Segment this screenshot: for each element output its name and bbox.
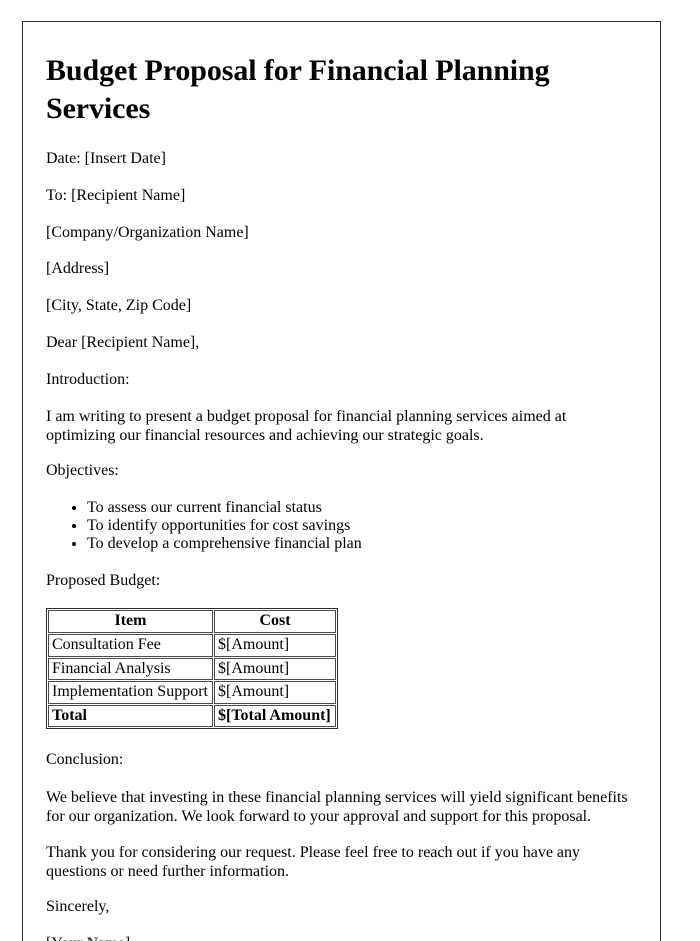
list-item: To identify opportunities for cost savin… xyxy=(87,517,639,535)
list-item: To develop a comprehensive financial pla… xyxy=(87,535,639,553)
closing-line: Sincerely, xyxy=(46,898,110,915)
cell-item: Consultation Fee xyxy=(48,633,213,657)
column-header-item: Item xyxy=(48,610,213,633)
conclusion-heading: Conclusion: xyxy=(46,751,124,769)
introduction-paragraph: I am writing to present a budget proposa… xyxy=(46,408,567,445)
list-item: To assess our current financial status xyxy=(87,499,639,517)
table-header-row: Item Cost xyxy=(48,610,336,633)
page-title: Budget Proposal for Financial Planning S… xyxy=(46,54,550,126)
conclusion-paragraph: We believe that investing in these finan… xyxy=(46,788,628,825)
table-row: Financial Analysis $[Amount] xyxy=(48,657,336,681)
table-row: Consultation Fee $[Amount] xyxy=(48,633,336,657)
document-body: Budget Proposal for Financial Planning S… xyxy=(23,22,660,941)
budget-table: Item Cost Consultation Fee $[Amount] Fin… xyxy=(46,608,338,730)
date-line: Date: [Insert Date] xyxy=(46,150,166,168)
recipient-line: To: [Recipient Name] xyxy=(46,186,186,204)
salutation-line: Dear [Recipient Name], xyxy=(46,333,200,351)
cell-cost: $[Amount] xyxy=(214,633,336,657)
budget-table-body: Consultation Fee $[Amount] Financial Ana… xyxy=(48,633,336,728)
introduction-heading: Introduction: xyxy=(46,370,130,388)
budget-heading: Proposed Budget: xyxy=(46,571,161,589)
table-row: Implementation Support $[Amount] xyxy=(48,681,336,704)
thanks-paragraph: Thank you for considering our request. P… xyxy=(46,843,581,880)
objectives-list: To assess our current financial status T… xyxy=(46,499,639,554)
cell-item: Financial Analysis xyxy=(48,657,213,681)
city-state-zip-line: [City, State, Zip Code] xyxy=(46,297,192,315)
cell-total-value: $[Total Amount] xyxy=(214,704,336,728)
objectives-heading: Objectives: xyxy=(46,462,119,480)
budget-table-head: Item Cost xyxy=(48,610,336,633)
cell-cost: $[Amount] xyxy=(214,681,336,704)
document-page: Budget Proposal for Financial Planning S… xyxy=(22,21,661,941)
cell-cost: $[Amount] xyxy=(214,657,336,681)
cell-item: Implementation Support xyxy=(48,681,213,704)
company-line: [Company/Organization Name] xyxy=(46,223,249,241)
signature-name: [Your Name] xyxy=(46,935,639,941)
address-line: [Address] xyxy=(46,260,110,278)
column-header-cost: Cost xyxy=(214,610,336,633)
cell-total-label: Total xyxy=(48,704,213,728)
table-total-row: Total $[Total Amount] xyxy=(48,704,336,728)
